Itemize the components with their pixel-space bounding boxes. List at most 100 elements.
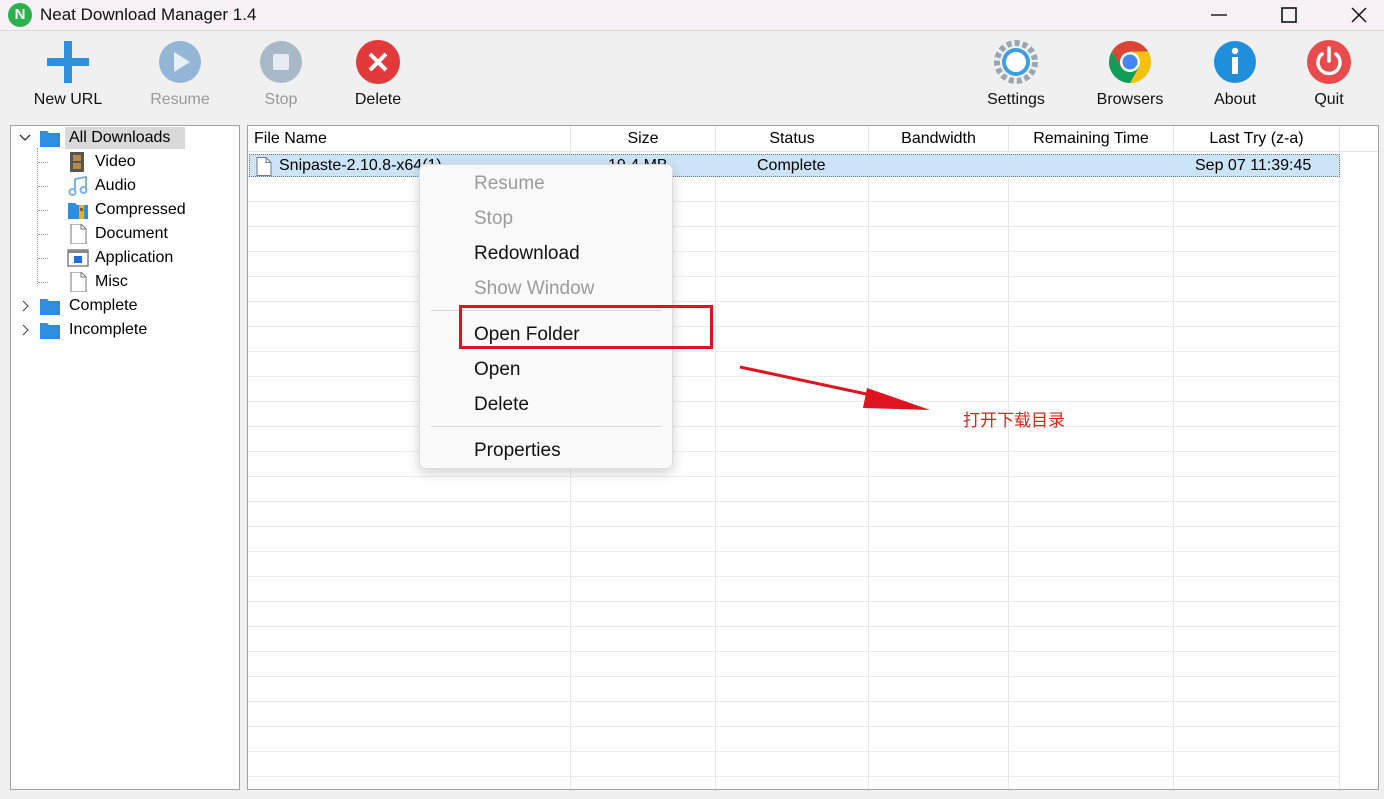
- browsers-button[interactable]: Browsers: [1080, 31, 1180, 117]
- tree-label: Audio: [95, 177, 136, 194]
- tree-label: Application: [95, 249, 174, 266]
- music-note-icon: [68, 176, 88, 196]
- new-url-button[interactable]: New URL: [18, 31, 118, 117]
- empty-row: [248, 277, 1340, 302]
- menu-item-show-window[interactable]: Show Window: [420, 272, 672, 305]
- about-button[interactable]: About: [1185, 31, 1285, 117]
- document-icon: [70, 224, 87, 244]
- tree-label: Complete: [69, 297, 138, 314]
- quit-button[interactable]: Quit: [1279, 31, 1379, 117]
- window-title: Neat Download Manager 1.4: [40, 5, 257, 24]
- menu-item-delete[interactable]: Delete: [420, 388, 672, 421]
- annotation-arrow-icon: [739, 365, 930, 410]
- download-list: File Name Size Status Bandwidth Remainin…: [247, 125, 1379, 790]
- app-logo-icon: N: [8, 3, 32, 27]
- tree-connector: [38, 210, 48, 211]
- resume-label: Resume: [150, 91, 210, 108]
- chevron-down-icon[interactable]: [19, 133, 31, 143]
- column-header-remaining-time[interactable]: Remaining Time: [1009, 126, 1174, 152]
- tree-item-application[interactable]: Application: [67, 247, 237, 269]
- empty-row: [248, 652, 1340, 677]
- menu-item-label: Stop: [474, 208, 514, 229]
- play-icon: [159, 41, 201, 83]
- new-url-label: New URL: [33, 91, 103, 108]
- power-icon: [1307, 40, 1351, 84]
- delete-x-icon: [356, 40, 400, 84]
- folder-icon: [40, 299, 60, 315]
- tree-item-all-downloads[interactable]: All Downloads: [15, 127, 187, 149]
- empty-row: [248, 527, 1340, 552]
- file-icon: [256, 157, 272, 176]
- tree-label: Video: [95, 153, 136, 170]
- empty-row: [248, 702, 1340, 727]
- menu-item-properties[interactable]: Properties: [420, 434, 672, 467]
- menu-item-stop[interactable]: Stop: [420, 202, 672, 235]
- tree-label: Misc: [95, 273, 128, 290]
- maximize-button[interactable]: [1254, 0, 1324, 30]
- empty-row: [248, 477, 1340, 502]
- cell-status: Complete: [757, 157, 826, 174]
- tree-item-video[interactable]: Video: [67, 151, 237, 173]
- stop-label: Stop: [264, 91, 298, 108]
- list-header: File Name Size Status Bandwidth Remainin…: [248, 126, 1378, 152]
- tree-item-audio[interactable]: Audio: [67, 175, 237, 197]
- minimize-icon: [1211, 14, 1227, 16]
- info-icon: [1214, 41, 1256, 83]
- empty-row: [248, 427, 1340, 452]
- empty-row: [248, 177, 1340, 202]
- column-header-size[interactable]: Size: [571, 126, 716, 152]
- menu-item-open[interactable]: Open: [420, 353, 672, 386]
- chrome-icon: [1108, 40, 1152, 83]
- minimize-button[interactable]: [1184, 0, 1254, 30]
- empty-row: [248, 677, 1340, 702]
- empty-row: [248, 227, 1340, 252]
- chevron-right-icon[interactable]: [21, 300, 31, 312]
- resume-button[interactable]: Resume: [130, 31, 230, 117]
- menu-item-label: Open: [474, 359, 521, 380]
- plus-icon: [47, 41, 89, 83]
- tree-item-complete[interactable]: Complete: [15, 295, 215, 317]
- archive-icon: [68, 203, 88, 219]
- close-window-button[interactable]: [1324, 0, 1384, 30]
- tree-item-misc[interactable]: Misc: [67, 271, 237, 293]
- about-label: About: [1214, 91, 1256, 108]
- column-header-bandwidth[interactable]: Bandwidth: [869, 126, 1009, 152]
- category-tree: All Downloads Video Audio Compressed Doc…: [10, 125, 240, 790]
- column-header-last-try[interactable]: Last Try (z-a): [1174, 126, 1340, 152]
- empty-row: [248, 202, 1340, 227]
- empty-row: [248, 452, 1340, 477]
- settings-button[interactable]: Settings: [966, 31, 1066, 117]
- menu-separator: [431, 426, 661, 427]
- file-icon: [70, 272, 87, 292]
- tree-item-incomplete[interactable]: Incomplete: [15, 319, 215, 341]
- stop-button[interactable]: Stop: [231, 31, 331, 117]
- delete-button[interactable]: Delete: [328, 31, 428, 117]
- tree-connector: [38, 282, 48, 283]
- empty-row: [248, 627, 1340, 652]
- empty-row: [248, 252, 1340, 277]
- empty-row: [248, 777, 1340, 789]
- menu-item-label: Properties: [474, 440, 561, 461]
- tree-connector: [38, 186, 48, 187]
- table-row[interactable]: Snipaste-2.10.8-x64(1)... 19.4 MB Comple…: [249, 154, 1340, 177]
- gear-icon: [994, 40, 1038, 84]
- column-header-status[interactable]: Status: [716, 126, 869, 152]
- tree-item-compressed[interactable]: Compressed: [67, 199, 237, 221]
- folder-icon: [40, 131, 60, 147]
- cell-last-try: Sep 07 11:39:45: [1195, 157, 1312, 174]
- menu-item-label: Show Window: [474, 278, 595, 299]
- empty-row: [248, 552, 1340, 577]
- chevron-right-icon[interactable]: [21, 324, 31, 336]
- title-bar: N Neat Download Manager 1.4: [0, 0, 1384, 30]
- empty-row: [248, 727, 1340, 752]
- menu-item-resume[interactable]: Resume: [420, 167, 672, 200]
- column-header-file-name[interactable]: File Name: [248, 126, 571, 152]
- application-icon: [67, 249, 89, 267]
- empty-row: [248, 602, 1340, 627]
- tree-label: All Downloads: [69, 129, 171, 146]
- empty-row: [248, 752, 1340, 777]
- delete-label: Delete: [354, 91, 402, 108]
- menu-item-redownload[interactable]: Redownload: [420, 237, 672, 270]
- annotation-text: 打开下载目录: [963, 411, 1065, 431]
- tree-item-document[interactable]: Document: [67, 223, 237, 245]
